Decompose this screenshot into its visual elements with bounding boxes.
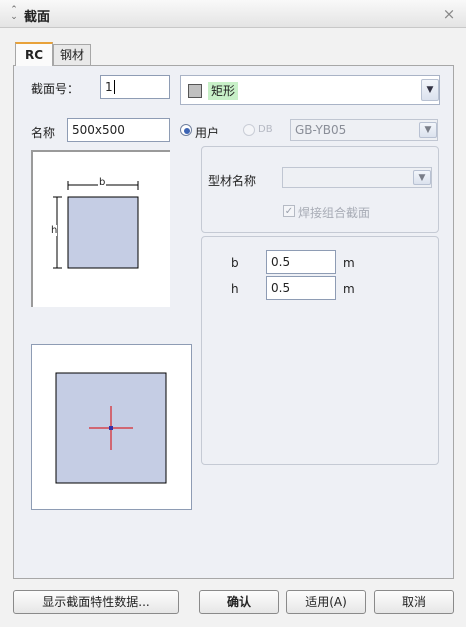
shape-value: 矩形 [208,82,239,100]
section-no-input[interactable]: 1 [100,75,170,99]
db-radio[interactable] [243,124,255,136]
dim-b-value: 0.5 [271,255,291,269]
user-radio-label: 用户 [195,126,220,140]
db-radio-label: DB [258,124,273,135]
section-no-value: 1 [105,80,113,94]
dim-h-value: 0.5 [271,281,291,295]
welded-checkbox[interactable]: ✓ [283,205,295,217]
steel-name-label: 型材名称 [208,174,257,188]
steel-name-select[interactable]: ▼ [282,167,432,188]
b-dimension-label: b [98,177,107,188]
section-preview-svg [55,372,167,484]
shape-select[interactable]: 矩形 ▼ [180,75,440,105]
db-select[interactable]: GB-YB05 ▼ [290,119,438,141]
name-value: 500x500 [72,123,125,137]
dim-h-input[interactable]: 0.5 [266,276,336,300]
user-radio[interactable] [180,124,192,136]
show-properties-button[interactable]: 显示截面特性数据... [13,590,179,614]
name-label: 名称 [31,126,56,140]
chevron-down-icon[interactable]: ▼ [413,170,431,185]
welded-label: 焊接组合截面 [298,206,371,220]
section-no-label: 截面号： [31,82,80,96]
centroid-point [109,426,113,430]
section-preview [31,344,192,510]
chevron-down-icon[interactable]: ▼ [419,122,437,138]
shape-diagram: b h [31,150,170,307]
dim-b-label: b [231,256,239,270]
chevron-down-icon[interactable]: ▼ [421,79,439,101]
shape-swatch [188,84,202,98]
apply-button[interactable]: 适用(A) [286,590,366,614]
dim-b-input[interactable]: 0.5 [266,250,336,274]
ok-button[interactable]: 确认 [199,590,279,614]
db-select-value: GB-YB05 [295,123,347,137]
cancel-button[interactable]: 取消 [374,590,454,614]
dim-h-label: h [231,282,239,296]
name-input[interactable]: 500x500 [67,118,170,142]
dim-h-unit: m [343,282,355,296]
section-rectangle [67,196,139,269]
dim-b-unit: m [343,256,355,270]
h-dimension-label: h [51,225,58,236]
